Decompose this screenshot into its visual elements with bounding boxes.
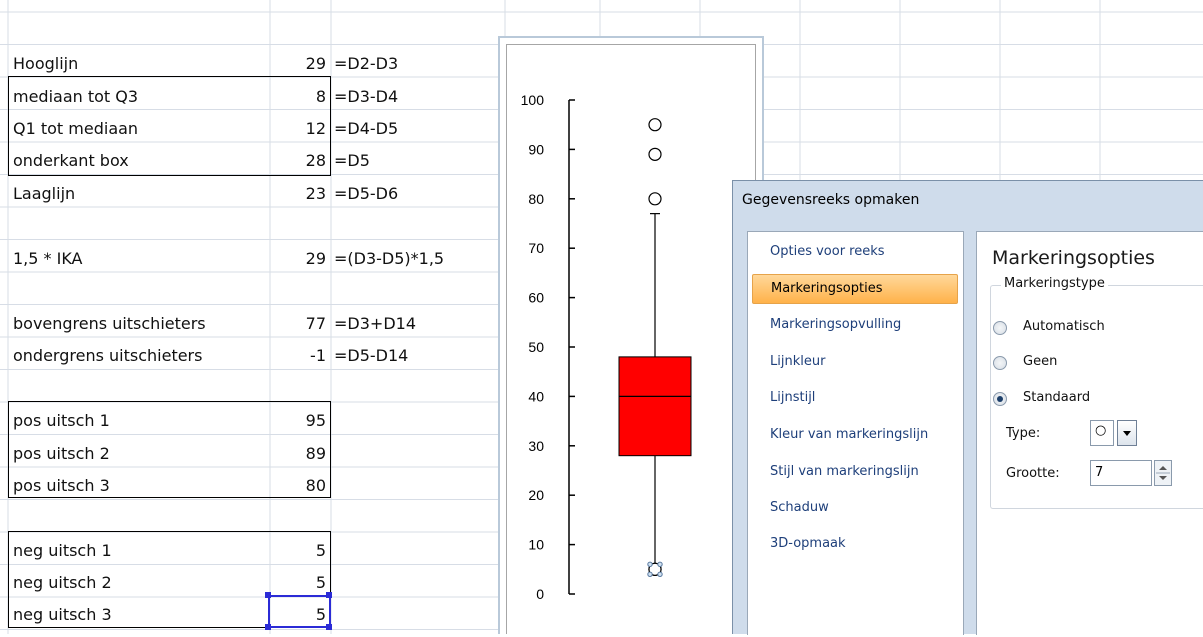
cell-label[interactable]: bovengrens uitschieters [13, 309, 206, 338]
type-label: Type: [1006, 426, 1041, 441]
marker-type-dropdown-button[interactable] [1117, 420, 1137, 446]
y-tick-label: 30 [528, 438, 544, 454]
selection-handle[interactable] [265, 624, 271, 630]
marker-size-input[interactable]: 7 [1090, 460, 1152, 486]
y-tick-label: 100 [521, 92, 545, 108]
radio-automatic[interactable] [993, 321, 1007, 335]
panel-title: Markeringsopties [992, 247, 1155, 269]
spinner-arrows-icon [1156, 466, 1170, 480]
cell-label[interactable]: 1,5 * IKA [13, 244, 83, 273]
selection-handle[interactable] [265, 592, 271, 598]
radio-standard[interactable] [993, 392, 1007, 406]
y-tick-label: 80 [528, 191, 544, 207]
y-tick-label: 50 [528, 339, 544, 355]
marker-type-select[interactable]: ○ [1090, 420, 1114, 446]
box-q1-q3 [618, 356, 692, 457]
size-label: Grootte: [1006, 466, 1060, 481]
cell-formula[interactable]: =D3-D4 [334, 82, 398, 111]
selected-cell[interactable] [268, 595, 331, 628]
nav-item-8[interactable]: 3D-opmaak [752, 530, 958, 560]
point-selection-handle [657, 561, 663, 567]
y-tick-label: 40 [528, 388, 544, 404]
dialog-nav[interactable]: Opties voor reeks Markeringsopties Markeri… [747, 231, 964, 635]
chart-plot: 0 10 20 30 40 50 60 70 80 90 100 [521, 92, 692, 602]
cell-value[interactable]: 29 [270, 244, 326, 273]
y-tick-label: 10 [528, 537, 544, 553]
cell-value[interactable]: 77 [270, 309, 326, 338]
y-tick-label: 70 [528, 240, 544, 256]
nav-item-3[interactable]: Lijnkleur [752, 348, 958, 378]
cell-formula[interactable]: =D3+D14 [334, 309, 416, 338]
y-tick-label: 0 [536, 586, 544, 602]
dialog-title: Gegevensreeks opmaken [742, 192, 920, 208]
cell-formula[interactable]: =D4-D5 [334, 114, 398, 143]
cell-formula[interactable]: =D5-D6 [334, 179, 398, 208]
marker-type-value: ○ [1095, 423, 1107, 438]
group-title: Markeringstype [1001, 276, 1108, 291]
cell-label[interactable]: Laaglijn [13, 179, 75, 208]
cell-value[interactable]: 29 [270, 49, 326, 78]
radio-automatic-label[interactable]: Automatisch [1023, 319, 1105, 334]
cell-formula[interactable]: =D5 [334, 146, 370, 175]
chevron-down-icon [1123, 431, 1131, 436]
point-selection-handle [647, 561, 653, 567]
outlier-marker [648, 118, 662, 132]
selection-handle[interactable] [326, 592, 332, 598]
nav-item-1[interactable]: Markeringsopties [752, 274, 958, 304]
nav-item-6[interactable]: Stijl van markeringslijn [752, 458, 958, 488]
radio-none[interactable] [993, 356, 1007, 370]
point-selection-handle [647, 571, 653, 577]
range-border-pos-outliers [8, 401, 331, 498]
radio-standard-label[interactable]: Standaard [1023, 390, 1090, 405]
chart-area[interactable]: 0 10 20 30 40 50 60 70 80 90 100 [506, 44, 756, 634]
y-tick-label: 60 [528, 290, 544, 306]
nav-item-7[interactable]: Schaduw [752, 494, 958, 524]
marker-size-spinner[interactable] [1154, 460, 1172, 486]
cell-label[interactable]: ondergrens uitschieters [13, 341, 202, 370]
cell-value[interactable]: 23 [270, 179, 326, 208]
format-series-dialog[interactable]: Gegevensreeks opmaken Opties voor reeks M… [732, 180, 1203, 635]
nav-item-5[interactable]: Kleur van markeringslijn [752, 421, 958, 451]
cell-formula[interactable]: =D5-D14 [334, 341, 408, 370]
dialog-panel: Markeringsopties Markeringstype Automati… [976, 231, 1203, 635]
nav-item-4[interactable]: Lijnstijl [752, 384, 958, 414]
range-border-box-parts [8, 76, 331, 176]
outlier-marker [648, 192, 662, 206]
outlier-marker [648, 147, 662, 161]
cell-label[interactable]: Hooglijn [13, 49, 78, 78]
radio-none-label[interactable]: Geen [1023, 354, 1057, 369]
y-tick-label: 90 [528, 141, 544, 157]
y-tick-label: 20 [528, 487, 544, 503]
cell-formula[interactable]: =D2-D3 [334, 49, 398, 78]
boxplot-chart[interactable]: 0 10 20 30 40 50 60 70 80 90 100 [498, 36, 764, 634]
nav-item-0[interactable]: Opties voor reeks [752, 238, 958, 268]
cell-value[interactable]: -1 [270, 341, 326, 370]
point-selection-handle [657, 571, 663, 577]
cell-formula[interactable]: =(D3-D5)*1,5 [334, 244, 444, 273]
selection-handle[interactable] [326, 624, 332, 630]
nav-item-2[interactable]: Markeringsopvulling [752, 311, 958, 341]
